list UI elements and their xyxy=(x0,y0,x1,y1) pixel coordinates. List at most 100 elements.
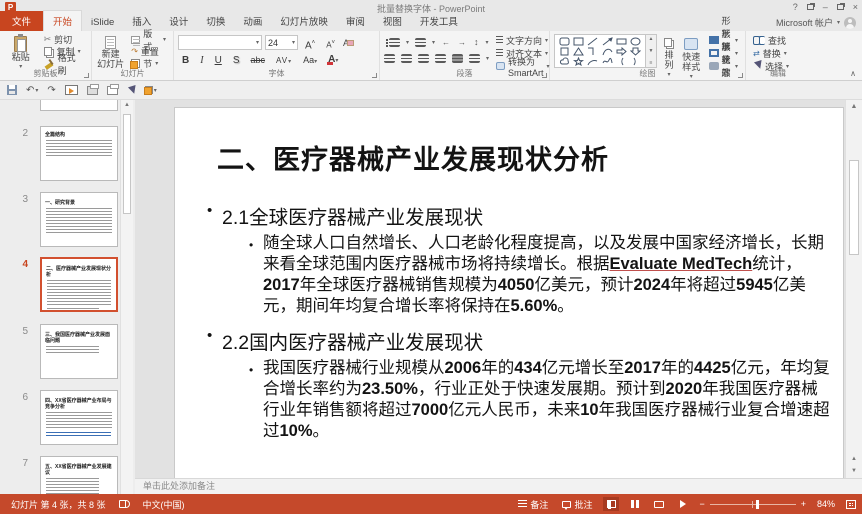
zoom-out-button[interactable]: − xyxy=(699,499,704,509)
grow-font-button[interactable]: A˄ xyxy=(301,35,319,50)
justify-button[interactable] xyxy=(435,54,446,63)
shape-star-icon[interactable] xyxy=(573,57,584,66)
redo-button[interactable]: ↷ xyxy=(47,85,55,96)
shapes-scroll-down-icon[interactable]: ▼ xyxy=(649,48,654,54)
shape-arrow-down-icon[interactable] xyxy=(630,47,641,56)
start-slideshow-button[interactable] xyxy=(65,85,78,95)
replace-button[interactable]: ⇄ 替换▾ xyxy=(750,47,806,59)
cut-button[interactable]: ✂ 剪切 xyxy=(41,34,87,45)
spell-check-icon[interactable] xyxy=(119,500,130,508)
new-slide-button[interactable]: 新建 幻灯片 xyxy=(96,34,125,68)
align-center-button[interactable] xyxy=(401,54,412,63)
account-menu[interactable]: Microsoft 帐户 ▾ xyxy=(776,16,856,29)
shape-paren-right-icon[interactable] xyxy=(630,57,641,66)
tab-view[interactable]: 视图 xyxy=(374,11,411,31)
thumbnail-slide-2[interactable]: 全篇结构 xyxy=(40,126,118,181)
columns-button[interactable] xyxy=(469,54,480,63)
font-color-button[interactable]: A▾ xyxy=(324,53,342,66)
shapes-more-icon[interactable]: ≡ xyxy=(650,60,653,66)
align-left-button[interactable] xyxy=(384,54,395,63)
scrollbar-thumb[interactable] xyxy=(849,160,859,255)
slide-body[interactable]: 2.1全球医疗器械产业发展现状 随全球人口自然增长、人口老龄化程度提高，以及发展… xyxy=(205,201,825,442)
tab-design[interactable]: 设计 xyxy=(160,11,197,31)
tab-animations[interactable]: 动画 xyxy=(234,11,271,31)
reset-button[interactable]: ↷ 重置 xyxy=(128,46,169,57)
find-button[interactable]: 查找 xyxy=(750,34,806,46)
tab-review[interactable]: 审阅 xyxy=(337,11,374,31)
tab-slideshow[interactable]: 幻灯片放映 xyxy=(271,11,337,31)
thumbnail-slide-5[interactable]: 三、我国医疗器械产业发展面临问题 xyxy=(40,324,118,379)
layout-button[interactable]: 版式▾ xyxy=(128,34,169,45)
shape-arrow-right-icon[interactable] xyxy=(616,47,627,56)
customize-qat-button[interactable]: ▾ xyxy=(145,86,157,94)
thumbnail-slide-4-selected[interactable]: 二、医疗器械产业发展现状分析 xyxy=(40,257,118,312)
clipboard-dialog-launcher[interactable] xyxy=(84,73,89,78)
slide-sorter-button[interactable] xyxy=(627,497,643,511)
restore-button[interactable] xyxy=(837,4,844,10)
quick-print-button[interactable] xyxy=(107,86,118,95)
undo-button[interactable]: ↶▾ xyxy=(26,85,38,96)
shape-scribble-icon[interactable] xyxy=(602,57,613,66)
current-slide[interactable]: 二、医疗器械产业发展现状分析 2.1全球医疗器械产业发展现状 随全球人口自然增长… xyxy=(175,108,843,478)
shape-rect-icon[interactable] xyxy=(573,37,584,46)
normal-view-button[interactable] xyxy=(603,497,619,511)
shapes-scroll-up-icon[interactable]: ▲ xyxy=(649,36,654,42)
font-name-combo[interactable]: ▾ xyxy=(178,35,262,50)
tab-transitions[interactable]: 切换 xyxy=(197,11,234,31)
bullets-button[interactable] xyxy=(389,38,400,47)
notes-pane[interactable]: 单击此处添加备注 xyxy=(135,478,862,494)
thumbnail-slide-6[interactable]: 四、XX省医疗器械产业布局与竞争分析 xyxy=(40,390,118,445)
minimize-button[interactable]: – xyxy=(823,1,828,13)
close-button[interactable]: × xyxy=(853,1,858,13)
drawing-dialog-launcher[interactable] xyxy=(738,73,743,78)
print-preview-button[interactable] xyxy=(87,86,98,95)
thumbnail-slide-1-partial[interactable] xyxy=(40,100,118,111)
bold-button[interactable]: B xyxy=(178,52,193,67)
align-right-button[interactable] xyxy=(418,54,429,63)
bullet-paragraph[interactable]: 随全球人口自然增长、人口老龄化程度提高，以及发展中国家经济增长，长期来看全球范围… xyxy=(247,233,831,317)
slideshow-view-button[interactable] xyxy=(675,497,691,511)
scroll-up-icon[interactable]: ▲ xyxy=(846,103,862,110)
shrink-font-button[interactable]: A˅ xyxy=(322,35,339,50)
shapes-gallery[interactable] xyxy=(554,34,646,68)
fit-to-window-button[interactable] xyxy=(846,500,856,509)
touch-mode-button[interactable] xyxy=(127,86,136,95)
bullet-heading[interactable]: 2.2国内医疗器械产业发展现状 xyxy=(205,326,825,355)
clear-formatting-button[interactable]: A xyxy=(342,37,354,48)
tab-islide[interactable]: iSlide xyxy=(82,14,123,31)
tab-file[interactable]: 文件 xyxy=(0,11,43,31)
decrease-indent-button[interactable] xyxy=(441,36,451,48)
shapes-gallery-scrollbar[interactable]: ▲ ▼ ≡ xyxy=(646,34,657,68)
line-spacing-button[interactable] xyxy=(473,36,480,48)
distribute-button[interactable] xyxy=(452,54,463,63)
paragraph-dialog-launcher[interactable] xyxy=(542,73,547,78)
shape-ellipse-icon[interactable] xyxy=(630,37,641,46)
slide-title[interactable]: 二、医疗器械产业发展现状分析 xyxy=(217,138,807,177)
shape-paren-left-icon[interactable] xyxy=(616,57,627,66)
thumbnail-slide-7[interactable]: 五、XX省医疗器械产业发展建议 xyxy=(40,456,118,494)
help-button[interactable]: ? xyxy=(793,1,798,13)
notes-toggle[interactable]: 备注 xyxy=(515,496,551,513)
bullet-paragraph[interactable]: 我国医疗器械行业规模从2006年的434亿元增长至2017年的4425亿元，年均… xyxy=(247,358,831,442)
comments-toggle[interactable]: 批注 xyxy=(559,496,595,513)
shape-arc-icon[interactable] xyxy=(587,57,598,66)
zoom-in-button[interactable]: + xyxy=(801,499,806,509)
numbering-button[interactable] xyxy=(415,38,426,47)
tab-developer[interactable]: 开发工具 xyxy=(411,11,467,31)
shape-rect-rounded-icon[interactable] xyxy=(559,37,570,46)
shape-elbow-icon[interactable] xyxy=(587,47,598,56)
zoom-percentage[interactable]: 84% xyxy=(814,497,838,511)
zoom-slider[interactable] xyxy=(710,504,796,505)
save-button[interactable] xyxy=(7,85,17,95)
text-direction-button[interactable]: 文字方向▾ xyxy=(493,34,553,46)
shape-curve-icon[interactable] xyxy=(602,47,613,56)
previous-slide-button[interactable]: ▲ xyxy=(851,456,857,462)
paste-button[interactable]: 粘贴 ▾ xyxy=(4,34,38,68)
strikethrough-button[interactable]: abc xyxy=(246,52,269,67)
shape-cloud-icon[interactable] xyxy=(559,57,570,66)
shape-arrow-line-icon[interactable] xyxy=(602,37,613,46)
shape-line-icon[interactable] xyxy=(587,37,598,46)
tab-home[interactable]: 开始 xyxy=(43,10,82,31)
shape-triangle-icon[interactable] xyxy=(573,47,584,56)
thumbnail-scroll-up-icon[interactable]: ▲ xyxy=(121,102,133,108)
